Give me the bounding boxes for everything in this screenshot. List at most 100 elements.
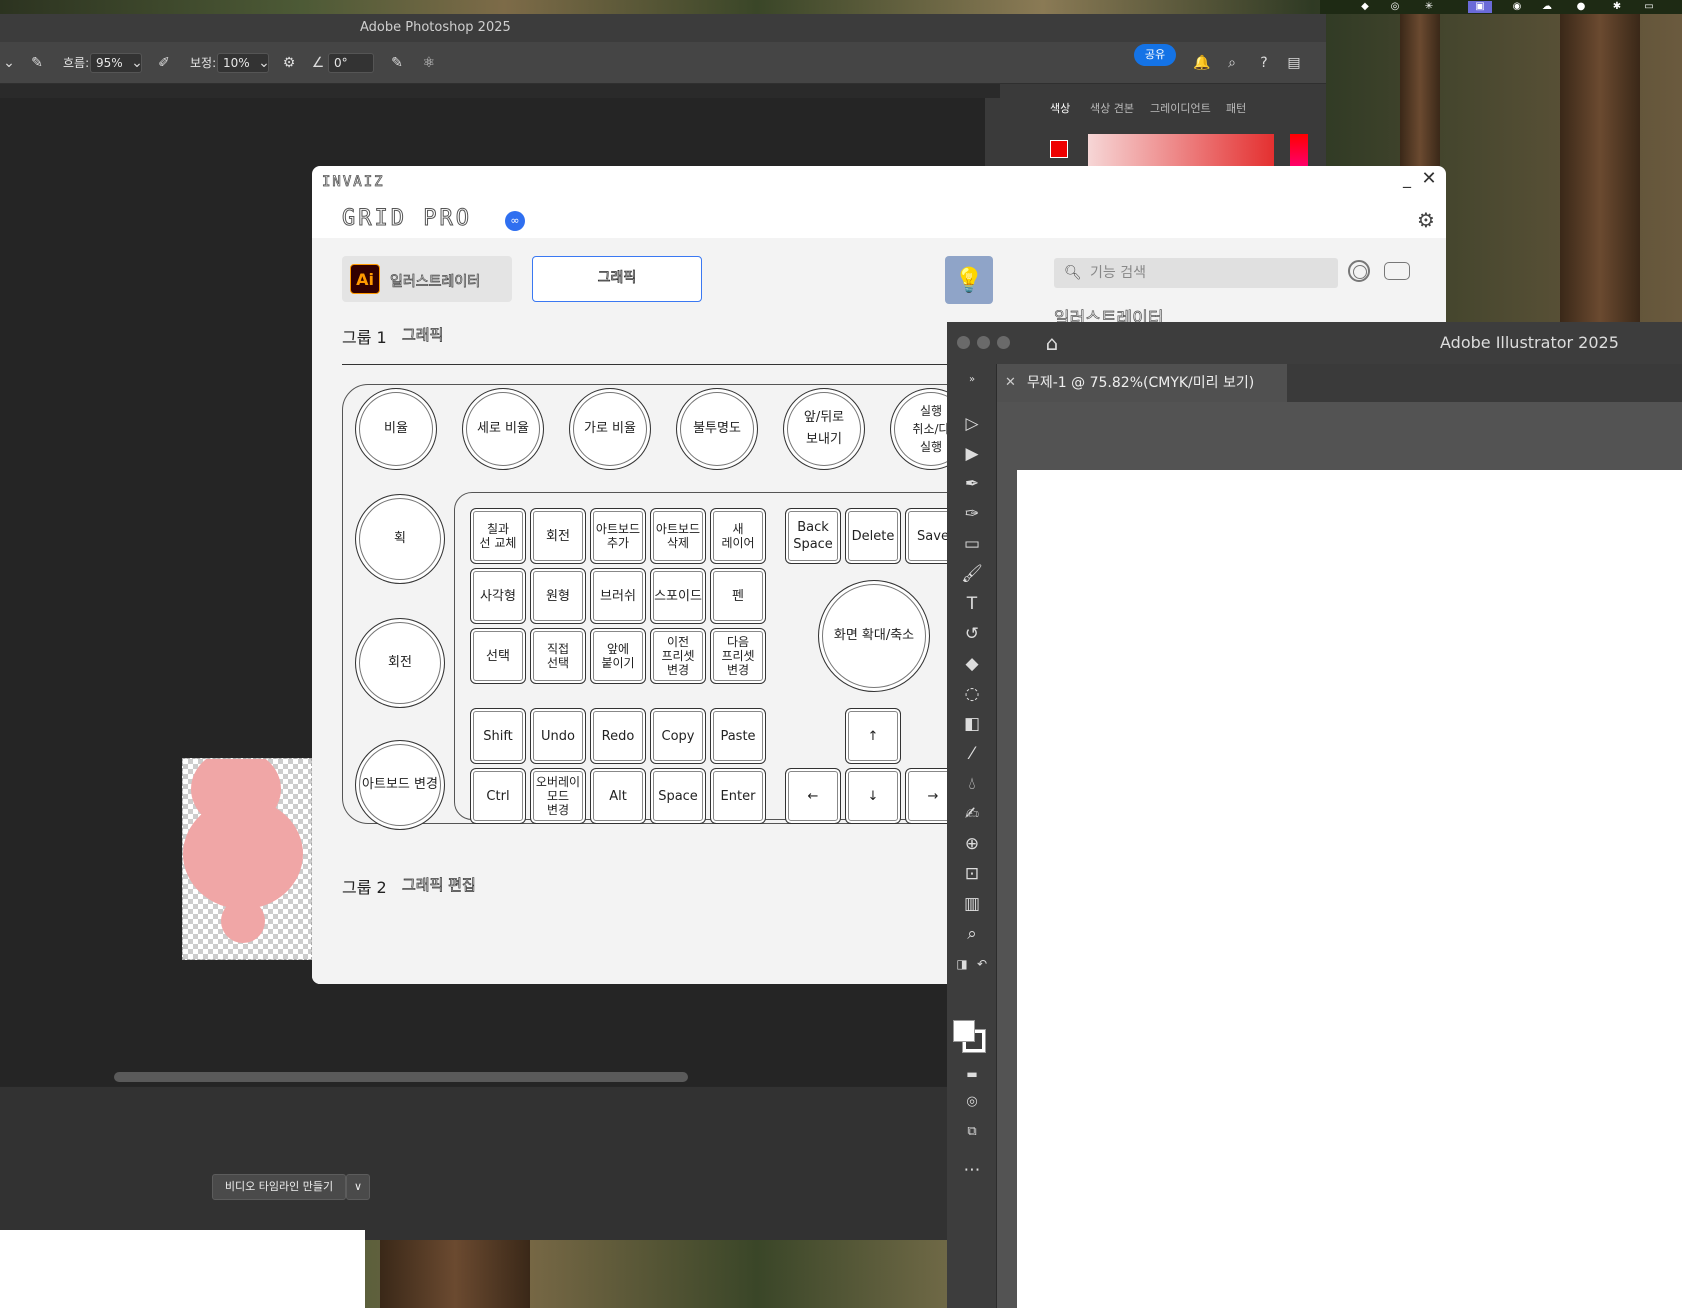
workspace-icon[interactable]: ▤ bbox=[1285, 54, 1303, 72]
direct-selection-tool-icon[interactable]: ▶ bbox=[959, 442, 985, 466]
notification-icon[interactable]: 🔔 bbox=[1193, 54, 1211, 72]
key-new-layer[interactable]: 새 레이어 bbox=[710, 508, 766, 564]
gear-icon[interactable]: ⚙ bbox=[1414, 208, 1438, 232]
gear-icon[interactable]: ⚙ bbox=[280, 54, 298, 72]
chevron-down-icon[interactable]: ⌄ bbox=[128, 54, 146, 72]
bluetooth-icon[interactable]: ✱ bbox=[1610, 1, 1624, 13]
key-arrow-down[interactable]: ↓ bbox=[845, 768, 901, 824]
key-backspace[interactable]: Back Space bbox=[785, 508, 841, 564]
webcam-icon[interactable]: ◉ bbox=[1510, 1, 1524, 13]
sync-icon[interactable]: ✳ bbox=[1422, 1, 1436, 13]
dial-artboard-change[interactable]: 아트보드 변경 bbox=[355, 740, 445, 830]
pen-tool-icon[interactable]: ✒ bbox=[959, 472, 985, 496]
pressure-icon[interactable]: ✐ bbox=[155, 54, 173, 72]
eraser-tool-icon[interactable]: ◆ bbox=[959, 652, 985, 676]
key-swap-fill-stroke[interactable]: 칠과 선 교체 bbox=[470, 508, 526, 564]
minimize-window-button[interactable] bbox=[977, 336, 990, 349]
swap-colors-icon[interactable]: ↶ bbox=[969, 952, 995, 976]
selection-tool-icon[interactable]: ▷ bbox=[959, 412, 985, 436]
key-paste[interactable]: Paste bbox=[710, 708, 766, 764]
dial-arrange[interactable]: 앞/뒤로 보내기 bbox=[783, 388, 865, 470]
key-shift[interactable]: Shift bbox=[470, 708, 526, 764]
angle-input[interactable]: 0° bbox=[328, 53, 374, 73]
key-paste-in-front[interactable]: 앞에 붙이기 bbox=[590, 628, 646, 684]
key-undo[interactable]: Undo bbox=[530, 708, 586, 764]
symmetry-icon[interactable]: ⚛ bbox=[420, 54, 438, 72]
key-alt[interactable]: Alt bbox=[590, 768, 646, 824]
key-arrow-up[interactable]: ↑ bbox=[845, 708, 901, 764]
paintbrush-tool-icon[interactable]: 🖌︎ bbox=[959, 562, 985, 586]
key-enter[interactable]: Enter bbox=[710, 768, 766, 824]
close-window-button[interactable] bbox=[957, 336, 970, 349]
fill-color-swatch[interactable] bbox=[953, 1020, 975, 1042]
group-selector-button[interactable]: 그래픽 bbox=[532, 256, 702, 302]
graph-tool-icon[interactable]: ▥ bbox=[959, 892, 985, 916]
gradient-tool-icon[interactable]: ◧ bbox=[959, 712, 985, 736]
creative-cloud-icon[interactable]: ◎ bbox=[1388, 1, 1402, 13]
chevron-down-icon[interactable]: ⌄ bbox=[255, 54, 273, 72]
dial-opacity[interactable]: 불투명도 bbox=[676, 388, 758, 470]
cloud-icon[interactable]: ☁ bbox=[1540, 1, 1554, 13]
collapse-icon[interactable]: » bbox=[959, 368, 985, 392]
artboard[interactable] bbox=[1017, 470, 1682, 1308]
document-tab[interactable]: 무제-1 @ 75.82%(CMYK/미리 보기) bbox=[997, 364, 1287, 402]
dial-stroke[interactable]: 획 bbox=[355, 494, 445, 584]
key-select[interactable]: 선택 bbox=[470, 628, 526, 684]
share-button[interactable]: 공유 bbox=[1134, 44, 1176, 66]
dial-ratio[interactable]: 비율 bbox=[355, 388, 437, 470]
user-icon[interactable]: ▣ bbox=[1468, 1, 1492, 13]
key-space[interactable]: Space bbox=[650, 768, 706, 824]
tab-patterns[interactable]: 패턴 bbox=[1226, 100, 1246, 116]
link-icon[interactable]: ∞ bbox=[505, 211, 525, 231]
blend-tool-icon[interactable]: ✍ bbox=[959, 802, 985, 826]
artboard-tool-icon[interactable]: ⊡ bbox=[959, 862, 985, 886]
key-delete[interactable]: Delete bbox=[845, 508, 901, 564]
chevron-down-icon[interactable]: ⌄ bbox=[0, 54, 18, 72]
key-pen[interactable]: 펜 bbox=[710, 568, 766, 624]
key-view-icon[interactable] bbox=[1384, 262, 1410, 280]
key-ellipse[interactable]: 원형 bbox=[530, 568, 586, 624]
horizontal-scrollbar[interactable] bbox=[114, 1072, 688, 1082]
close-tab-icon[interactable]: ✕ bbox=[1005, 374, 1021, 392]
menu-icon[interactable]: ◆ bbox=[1358, 1, 1372, 13]
key-next-preset[interactable]: 다음 프리셋 변경 bbox=[710, 628, 766, 684]
key-direct-select[interactable]: 직접 선택 bbox=[530, 628, 586, 684]
eyedropper-tool-icon[interactable]: 💧︎ bbox=[959, 772, 985, 796]
curvature-tool-icon[interactable]: ✑ bbox=[959, 502, 985, 526]
airbrush-icon[interactable]: ✎ bbox=[28, 54, 46, 72]
key-redo[interactable]: Redo bbox=[590, 708, 646, 764]
key-copy[interactable]: Copy bbox=[650, 708, 706, 764]
search-icon[interactable]: ⌕ bbox=[1223, 54, 1241, 72]
mesh-tool-icon[interactable]: ⁄ bbox=[959, 742, 985, 766]
key-previous-preset[interactable]: 이전 프리셋 변경 bbox=[650, 628, 706, 684]
key-rotate[interactable]: 회전 bbox=[530, 508, 586, 564]
key-eyedropper[interactable]: 스포이드 bbox=[650, 568, 706, 624]
tab-gradients[interactable]: 그레이디언트 bbox=[1150, 100, 1211, 116]
dial-horizontal-ratio[interactable]: 가로 비율 bbox=[569, 388, 651, 470]
dial-rotate[interactable]: 회전 bbox=[355, 618, 445, 708]
type-tool-icon[interactable]: T bbox=[959, 592, 985, 616]
key-delete-artboard[interactable]: 아트보드 삭제 bbox=[650, 508, 706, 564]
key-add-artboard[interactable]: 아트보드 추가 bbox=[590, 508, 646, 564]
zoom-tool-icon[interactable]: ⌕ bbox=[959, 922, 985, 946]
color-mode-icon[interactable]: ▬ bbox=[959, 1062, 985, 1086]
key-rectangle[interactable]: 사각형 bbox=[470, 568, 526, 624]
key-ctrl[interactable]: Ctrl bbox=[470, 768, 526, 824]
key-arrow-left[interactable]: ← bbox=[785, 768, 841, 824]
lightbulb-icon[interactable]: 💡 bbox=[945, 256, 993, 304]
tab-color[interactable]: 색상 bbox=[1050, 100, 1070, 116]
key-overlay-mode[interactable]: 오버레이 모드 변경 bbox=[530, 768, 586, 824]
key-brush[interactable]: 브러쉬 bbox=[590, 568, 646, 624]
home-icon[interactable]: ⌂ bbox=[1041, 332, 1063, 354]
dial-view-icon[interactable] bbox=[1348, 260, 1370, 282]
rotate-tool-icon[interactable]: ↺ bbox=[959, 622, 985, 646]
help-icon[interactable]: ? bbox=[1255, 54, 1273, 72]
dial-vertical-ratio[interactable]: 세로 비율 bbox=[462, 388, 544, 470]
pressure-size-icon[interactable]: ✎ bbox=[388, 54, 406, 72]
screen-mode-icon[interactable]: ⧉ bbox=[959, 1120, 985, 1144]
chevron-down-icon[interactable]: ∨ bbox=[346, 1174, 370, 1200]
lasso-tool-icon[interactable]: ◌ bbox=[959, 682, 985, 706]
minimize-icon[interactable]: _ bbox=[1398, 170, 1416, 188]
function-search-input[interactable]: 기능 검색 bbox=[1054, 258, 1338, 288]
close-icon[interactable]: ✕ bbox=[1420, 170, 1438, 188]
